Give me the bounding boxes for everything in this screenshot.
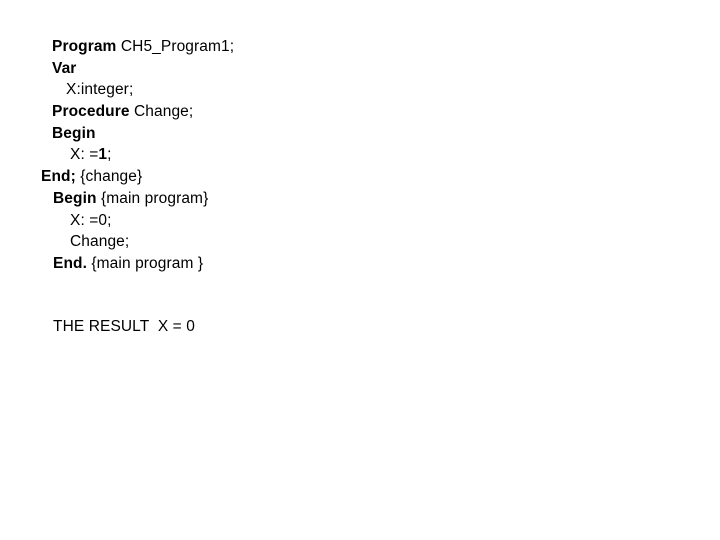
slide-canvas: Program CH5_Program1; Var X:integer; Proced… — [0, 0, 720, 540]
code-line: Procedure Change; — [0, 101, 720, 123]
code-text: X: = — [70, 146, 99, 164]
code-keyword: Var — [52, 59, 77, 77]
code-line: X: =0; — [0, 210, 720, 232]
code-text: {main program} — [100, 189, 209, 207]
code-line: Program CH5_Program1; — [0, 36, 720, 58]
code-text: Change; — [133, 103, 194, 121]
code-line: Change; — [0, 231, 720, 253]
code-text: CH5_Program1; — [120, 38, 235, 55]
code-text: ; — [107, 146, 112, 164]
pascal-code-block: Program CH5_Program1; Var X:integer; Proced… — [0, 36, 720, 275]
code-keyword: End. — [53, 254, 92, 272]
code-keyword: 1 — [98, 146, 108, 164]
code-keyword: Procedure — [52, 103, 134, 121]
result-text: THE RESULT X = 0 — [53, 318, 195, 335]
code-text: X:integer; — [66, 81, 134, 99]
code-text: {change} — [80, 168, 143, 186]
code-text: X: =0; — [70, 211, 112, 229]
code-keyword: End; — [41, 168, 81, 186]
code-line: X: =1; — [0, 144, 720, 166]
code-line: Var — [0, 58, 720, 80]
code-line: Begin {main program} — [0, 188, 720, 210]
code-line: Begin — [0, 123, 720, 145]
code-line: End. {main program } — [0, 253, 720, 275]
code-keyword: Program — [52, 38, 121, 55]
code-line: X:integer; — [0, 79, 720, 101]
code-keyword: Begin — [53, 189, 101, 207]
code-text: {main program } — [91, 254, 204, 272]
code-keyword: Begin — [52, 124, 96, 142]
code-line: End; {change} — [0, 166, 720, 188]
code-text: Change; — [70, 233, 130, 251]
